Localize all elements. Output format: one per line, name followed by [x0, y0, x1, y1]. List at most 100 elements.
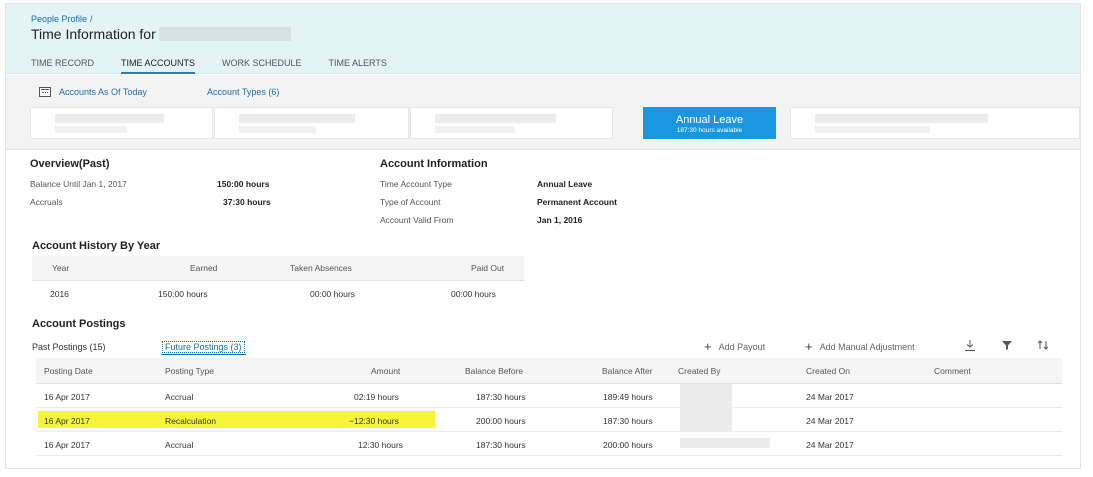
posting-created-on: 24 Mar 2017 — [806, 440, 854, 450]
account-info-value: Jan 1, 2016 — [537, 215, 583, 225]
add-manual-adjustment-button[interactable]: + Add Manual Adjustment — [805, 340, 915, 353]
account-info-title: Account Information — [380, 158, 488, 170]
accounts-as-of-link[interactable]: Accounts As Of Today — [39, 87, 147, 97]
history-earned: 150:00 hours — [158, 289, 208, 299]
posting-type: Recalculation — [165, 416, 217, 426]
plus-icon: + — [704, 339, 712, 354]
sort-icon[interactable] — [1036, 339, 1050, 353]
posting-amount: −12:30 hours — [349, 416, 399, 426]
redacted-text — [55, 114, 164, 123]
add-payout-button[interactable]: + Add Payout — [704, 340, 765, 353]
column-header-taken-absences: Taken Absences — [290, 263, 352, 273]
posting-type: Accrual — [165, 440, 194, 450]
redacted-text — [435, 126, 516, 133]
overview-value: 37:30 hours — [223, 197, 271, 207]
redacted-text — [435, 114, 556, 123]
account-info-value: Annual Leave — [537, 179, 593, 189]
tab-time-record[interactable]: TIME RECORD — [31, 58, 94, 74]
tab-work-schedule[interactable]: WORK SCHEDULE — [222, 58, 302, 74]
redacted-created-by — [680, 408, 732, 432]
account-info-label: Time Account Type — [380, 179, 452, 189]
page-header: People Profile / Time Information for TIM… — [6, 4, 1080, 74]
column-header-earned: Earned — [190, 263, 218, 273]
table-row-highlighted[interactable]: 16 Apr 2017 Recalculation −12:30 hours 2… — [36, 408, 1062, 432]
tab-time-alerts[interactable]: TIME ALERTS — [329, 58, 387, 74]
posting-balance-after: 187:30 hours — [603, 416, 653, 426]
account-info-label: Type of Account — [380, 197, 441, 207]
accounts-as-of-label: Accounts As Of Today — [59, 87, 147, 97]
table-row[interactable]: 16 Apr 2017 Accrual 12:30 hours 187:30 h… — [36, 432, 1062, 456]
account-history-title: Account History By Year — [32, 240, 161, 252]
add-manual-adjustment-label: Add Manual Adjustment — [819, 341, 915, 352]
posting-balance-before: 187:30 hours — [476, 392, 526, 402]
posting-balance-before: 200:00 hours — [476, 416, 526, 426]
calendar-icon — [39, 87, 51, 97]
account-info-label: Account Valid From — [380, 215, 454, 225]
history-paid-out: 00:00 hours — [451, 289, 496, 299]
time-information-page: People Profile / Time Information for TIM… — [5, 3, 1081, 469]
column-header-balance-after: Balance After — [602, 366, 653, 376]
posting-balance-after: 189:49 hours — [603, 392, 653, 402]
posting-balance-before: 187:30 hours — [476, 440, 526, 450]
redacted-text — [815, 114, 988, 123]
column-header-comment: Comment — [934, 366, 971, 376]
column-header-paid-out: Paid Out — [471, 263, 505, 273]
account-card-redacted-2[interactable] — [214, 107, 409, 139]
account-history-table: Year Earned Taken Absences Paid Out 2016… — [32, 256, 524, 308]
column-header-created-by: Created By — [678, 366, 721, 376]
account-card-subtitle: 187:30 hours available — [676, 127, 743, 134]
main-tabs: TIME RECORD TIME ACCOUNTS WORK SCHEDULE … — [31, 58, 414, 74]
posting-created-on: 24 Mar 2017 — [806, 392, 854, 402]
column-header-created-on: Created On — [806, 366, 850, 376]
redacted-text — [239, 126, 317, 133]
add-payout-label: Add Payout — [718, 341, 766, 352]
column-header-year: Year — [52, 263, 70, 273]
posting-type: Accrual — [165, 392, 194, 402]
tab-past-postings[interactable]: Past Postings (15) — [32, 342, 106, 352]
redacted-text — [815, 126, 931, 133]
posting-date: 16 Apr 2017 — [44, 440, 90, 450]
posting-date: 16 Apr 2017 — [44, 416, 90, 426]
account-postings-title: Account Postings — [32, 318, 126, 330]
page-title-text: Time Information for — [31, 26, 156, 42]
tab-future-postings[interactable]: Future Postings (3) — [161, 341, 246, 355]
column-header-amount: Amount — [371, 366, 401, 376]
account-card-redacted-4[interactable] — [790, 107, 1080, 139]
account-card-annual-leave[interactable]: Annual Leave 187:30 hours available — [643, 107, 776, 139]
plus-icon: + — [805, 339, 813, 354]
posting-balance-after: 200:00 hours — [603, 440, 653, 450]
history-taken: 00:00 hours — [310, 289, 355, 299]
redacted-text — [239, 114, 355, 123]
redacted-created-by — [680, 438, 770, 448]
overview-label: Balance Until Jan 1, 2017 — [30, 179, 127, 189]
download-icon[interactable] — [963, 339, 977, 353]
column-header-posting-type: Posting Type — [165, 366, 214, 376]
overview-title: Overview(Past) — [30, 158, 110, 170]
column-header-balance-before: Balance Before — [465, 366, 524, 376]
account-info-value: Permanent Account — [537, 197, 617, 207]
posting-amount: 02:19 hours — [354, 392, 399, 402]
tab-future-postings-label: Future Postings (3) — [162, 341, 245, 353]
breadcrumb: People Profile / — [31, 14, 93, 24]
history-year: 2016 — [50, 289, 69, 299]
table-row[interactable]: 16 Apr 2017 Accrual 02:19 hours 187:30 h… — [36, 384, 1062, 408]
redacted-created-by — [680, 384, 732, 408]
redacted-text — [55, 126, 128, 133]
overview-label: Accruals — [30, 197, 63, 207]
filter-icon[interactable] — [1000, 339, 1014, 353]
table-header: Posting Date Posting Type Amount Balance… — [36, 358, 1062, 384]
posting-date: 16 Apr 2017 — [44, 392, 90, 402]
account-card-redacted-1[interactable] — [30, 107, 213, 139]
account-card-redacted-3[interactable] — [410, 107, 613, 139]
account-card-title: Annual Leave — [675, 114, 744, 126]
account-types-link[interactable]: Account Types (6) — [207, 87, 279, 97]
posting-amount: 12:30 hours — [358, 440, 403, 450]
table-header: Year Earned Taken Absences Paid Out — [32, 256, 524, 281]
overview-value: 150:00 hours — [217, 179, 270, 189]
page-title: Time Information for — [31, 26, 291, 42]
column-header-posting-date: Posting Date — [44, 366, 93, 376]
breadcrumb-people-profile[interactable]: People Profile — [31, 14, 87, 24]
tab-time-accounts[interactable]: TIME ACCOUNTS — [121, 58, 196, 74]
posting-created-on: 24 Mar 2017 — [806, 416, 854, 426]
redacted-name — [158, 27, 291, 41]
